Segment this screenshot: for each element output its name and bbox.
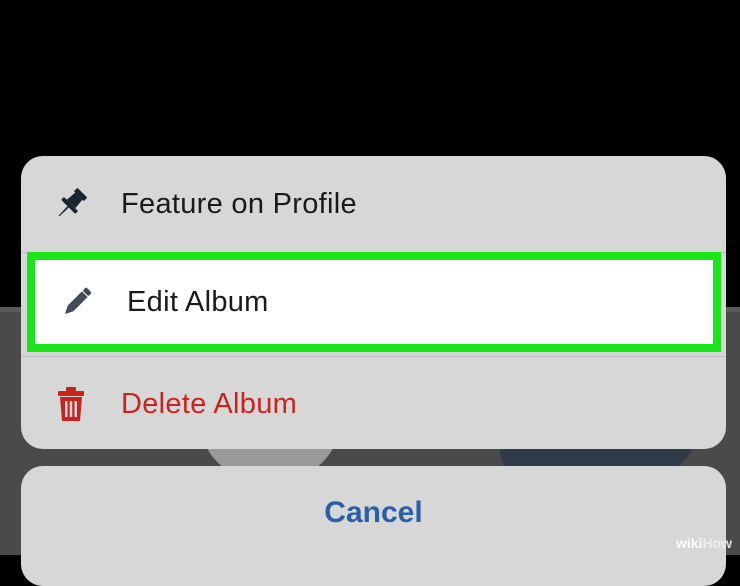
wikihow-watermark: wikiHow: [676, 535, 732, 551]
watermark-prefix: wiki: [675, 535, 703, 551]
feature-on-profile-label: Feature on Profile: [121, 187, 357, 220]
trash-icon: [51, 384, 91, 424]
cancel-button[interactable]: Cancel: [21, 466, 726, 586]
delete-album-option[interactable]: Delete Album: [21, 356, 726, 449]
feature-on-profile-option[interactable]: Feature on Profile: [21, 156, 726, 252]
pin-icon: [51, 184, 91, 224]
pencil-icon: [57, 282, 97, 322]
action-sheet: Feature on Profile Edit Album Delete Alb…: [21, 156, 726, 449]
edit-album-option[interactable]: Edit Album: [27, 252, 721, 352]
watermark-suffix: How: [702, 535, 732, 551]
edit-album-label: Edit Album: [127, 285, 269, 318]
cancel-label: Cancel: [324, 496, 423, 529]
delete-album-label: Delete Album: [121, 387, 298, 420]
